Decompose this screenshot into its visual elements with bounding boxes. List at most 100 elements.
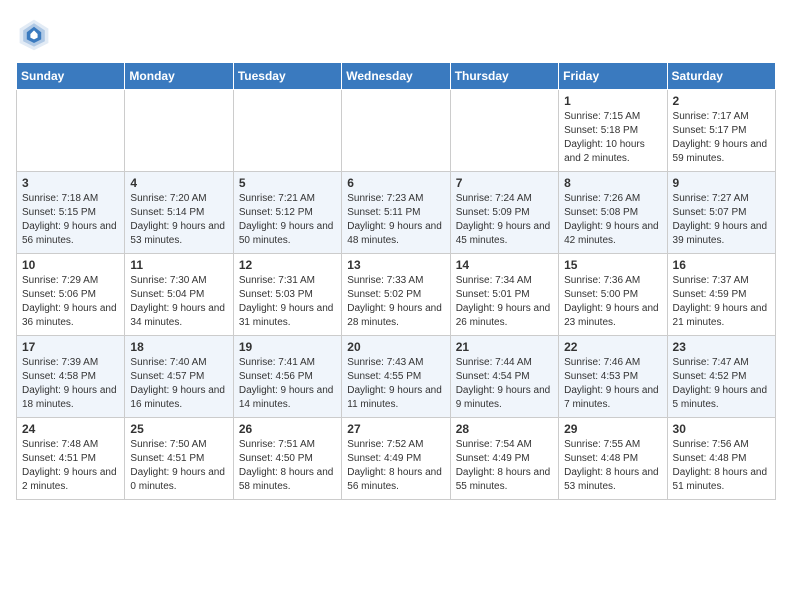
calendar-cell: 13 Sunrise: 7:33 AM Sunset: 5:02 PM Dayli… — [342, 254, 450, 336]
calendar-cell: 30 Sunrise: 7:56 AM Sunset: 4:48 PM Dayli… — [667, 418, 775, 500]
calendar-cell: 25Sunrise: 7:50 AM Sunset: 4:51 PM Dayli… — [125, 418, 233, 500]
day-details: Sunrise: 7:24 AM Sunset: 5:09 PM Dayligh… — [456, 192, 553, 248]
weekday-header-sunday: Sunday — [17, 63, 125, 90]
day-details: Sunrise: 7:50 AM Sunset: 4:51 PM Dayligh… — [130, 438, 227, 494]
day-number: 20 — [347, 340, 444, 354]
calendar-cell: 20 Sunrise: 7:43 AM Sunset: 4:55 PM Dayli… — [342, 336, 450, 418]
day-number: 4 — [130, 176, 227, 190]
day-details: Sunrise: 7:18 AM Sunset: 5:15 PM Dayligh… — [22, 192, 119, 248]
day-number: 26 — [239, 422, 336, 436]
weekday-header-row: SundayMondayTuesdayWednesdayThursdayFrid… — [17, 63, 776, 90]
logo — [16, 16, 58, 52]
calendar-cell: 5 Sunrise: 7:21 AM Sunset: 5:12 PM Daylig… — [233, 172, 341, 254]
calendar-cell: 1Sunrise: 7:15 AM Sunset: 5:18 PM Daylig… — [559, 90, 667, 172]
day-details: Sunrise: 7:39 AM Sunset: 4:58 PM Dayligh… — [22, 356, 119, 412]
day-number: 16 — [673, 258, 770, 272]
calendar-cell: 10Sunrise: 7:29 AM Sunset: 5:06 PM Dayli… — [17, 254, 125, 336]
day-details: Sunrise: 7:51 AM Sunset: 4:50 PM Dayligh… — [239, 438, 336, 494]
day-details: Sunrise: 7:46 AM Sunset: 4:53 PM Dayligh… — [564, 356, 661, 412]
calendar-cell — [233, 90, 341, 172]
day-number: 21 — [456, 340, 553, 354]
calendar-week-4: 17 Sunrise: 7:39 AM Sunset: 4:58 PM Dayli… — [17, 336, 776, 418]
calendar-week-2: 3 Sunrise: 7:18 AM Sunset: 5:15 PM Daylig… — [17, 172, 776, 254]
day-number: 28 — [456, 422, 553, 436]
day-number: 30 — [673, 422, 770, 436]
weekday-header-monday: Monday — [125, 63, 233, 90]
day-details: Sunrise: 7:31 AM Sunset: 5:03 PM Dayligh… — [239, 274, 336, 330]
day-number: 23 — [673, 340, 770, 354]
day-details: Sunrise: 7:41 AM Sunset: 4:56 PM Dayligh… — [239, 356, 336, 412]
calendar-week-1: 1Sunrise: 7:15 AM Sunset: 5:18 PM Daylig… — [17, 90, 776, 172]
day-details: Sunrise: 7:27 AM Sunset: 5:07 PM Dayligh… — [673, 192, 770, 248]
weekday-header-tuesday: Tuesday — [233, 63, 341, 90]
calendar-cell: 7 Sunrise: 7:24 AM Sunset: 5:09 PM Daylig… — [450, 172, 558, 254]
calendar-cell: 21 Sunrise: 7:44 AM Sunset: 4:54 PM Dayli… — [450, 336, 558, 418]
day-number: 22 — [564, 340, 661, 354]
day-number: 18 — [130, 340, 227, 354]
weekday-header-saturday: Saturday — [667, 63, 775, 90]
calendar-cell: 22 Sunrise: 7:46 AM Sunset: 4:53 PM Dayli… — [559, 336, 667, 418]
day-number: 6 — [347, 176, 444, 190]
page-header — [16, 16, 776, 52]
day-number: 14 — [456, 258, 553, 272]
calendar-cell: 4 Sunrise: 7:20 AM Sunset: 5:14 PM Daylig… — [125, 172, 233, 254]
day-details: Sunrise: 7:21 AM Sunset: 5:12 PM Dayligh… — [239, 192, 336, 248]
calendar-cell — [125, 90, 233, 172]
weekday-header-thursday: Thursday — [450, 63, 558, 90]
calendar-cell: 15Sunrise: 7:36 AM Sunset: 5:00 PM Dayli… — [559, 254, 667, 336]
calendar-cell: 2 Sunrise: 7:17 AM Sunset: 5:17 PM Daylig… — [667, 90, 775, 172]
calendar-cell: 18 Sunrise: 7:40 AM Sunset: 4:57 PM Dayli… — [125, 336, 233, 418]
calendar-cell: 17 Sunrise: 7:39 AM Sunset: 4:58 PM Dayli… — [17, 336, 125, 418]
day-number: 24 — [22, 422, 119, 436]
calendar-table: SundayMondayTuesdayWednesdayThursdayFrid… — [16, 62, 776, 500]
day-number: 27 — [347, 422, 444, 436]
calendar-cell — [450, 90, 558, 172]
calendar-cell: 12 Sunrise: 7:31 AM Sunset: 5:03 PM Dayli… — [233, 254, 341, 336]
day-details: Sunrise: 7:54 AM Sunset: 4:49 PM Dayligh… — [456, 438, 553, 494]
day-number: 5 — [239, 176, 336, 190]
day-details: Sunrise: 7:29 AM Sunset: 5:06 PM Dayligh… — [22, 274, 119, 330]
day-details: Sunrise: 7:56 AM Sunset: 4:48 PM Dayligh… — [673, 438, 770, 494]
day-details: Sunrise: 7:26 AM Sunset: 5:08 PM Dayligh… — [564, 192, 661, 248]
calendar-cell: 26 Sunrise: 7:51 AM Sunset: 4:50 PM Dayli… — [233, 418, 341, 500]
day-number: 17 — [22, 340, 119, 354]
day-number: 2 — [673, 94, 770, 108]
day-details: Sunrise: 7:48 AM Sunset: 4:51 PM Dayligh… — [22, 438, 119, 494]
day-details: Sunrise: 7:43 AM Sunset: 4:55 PM Dayligh… — [347, 356, 444, 412]
calendar-week-5: 24 Sunrise: 7:48 AM Sunset: 4:51 PM Dayli… — [17, 418, 776, 500]
calendar-cell: 29Sunrise: 7:55 AM Sunset: 4:48 PM Dayli… — [559, 418, 667, 500]
day-details: Sunrise: 7:37 AM Sunset: 4:59 PM Dayligh… — [673, 274, 770, 330]
day-number: 3 — [22, 176, 119, 190]
calendar-cell: 9 Sunrise: 7:27 AM Sunset: 5:07 PM Daylig… — [667, 172, 775, 254]
calendar-cell: 24 Sunrise: 7:48 AM Sunset: 4:51 PM Dayli… — [17, 418, 125, 500]
day-number: 12 — [239, 258, 336, 272]
calendar-cell: 28 Sunrise: 7:54 AM Sunset: 4:49 PM Dayli… — [450, 418, 558, 500]
day-number: 9 — [673, 176, 770, 190]
logo-icon — [16, 16, 52, 52]
calendar-cell: 23 Sunrise: 7:47 AM Sunset: 4:52 PM Dayli… — [667, 336, 775, 418]
day-details: Sunrise: 7:34 AM Sunset: 5:01 PM Dayligh… — [456, 274, 553, 330]
day-details: Sunrise: 7:52 AM Sunset: 4:49 PM Dayligh… — [347, 438, 444, 494]
calendar-week-3: 10Sunrise: 7:29 AM Sunset: 5:06 PM Dayli… — [17, 254, 776, 336]
day-number: 7 — [456, 176, 553, 190]
day-number: 11 — [130, 258, 227, 272]
day-details: Sunrise: 7:44 AM Sunset: 4:54 PM Dayligh… — [456, 356, 553, 412]
day-details: Sunrise: 7:47 AM Sunset: 4:52 PM Dayligh… — [673, 356, 770, 412]
day-number: 13 — [347, 258, 444, 272]
calendar-cell — [17, 90, 125, 172]
day-number: 1 — [564, 94, 661, 108]
calendar-cell: 11Sunrise: 7:30 AM Sunset: 5:04 PM Dayli… — [125, 254, 233, 336]
calendar-cell: 8 Sunrise: 7:26 AM Sunset: 5:08 PM Daylig… — [559, 172, 667, 254]
day-number: 19 — [239, 340, 336, 354]
day-details: Sunrise: 7:20 AM Sunset: 5:14 PM Dayligh… — [130, 192, 227, 248]
day-details: Sunrise: 7:23 AM Sunset: 5:11 PM Dayligh… — [347, 192, 444, 248]
calendar-cell: 27 Sunrise: 7:52 AM Sunset: 4:49 PM Dayli… — [342, 418, 450, 500]
day-number: 15 — [564, 258, 661, 272]
day-number: 8 — [564, 176, 661, 190]
day-details: Sunrise: 7:17 AM Sunset: 5:17 PM Dayligh… — [673, 110, 770, 166]
calendar-cell: 16 Sunrise: 7:37 AM Sunset: 4:59 PM Dayli… — [667, 254, 775, 336]
calendar-cell: 19 Sunrise: 7:41 AM Sunset: 4:56 PM Dayli… — [233, 336, 341, 418]
day-details: Sunrise: 7:33 AM Sunset: 5:02 PM Dayligh… — [347, 274, 444, 330]
day-details: Sunrise: 7:55 AM Sunset: 4:48 PM Dayligh… — [564, 438, 661, 494]
day-details: Sunrise: 7:40 AM Sunset: 4:57 PM Dayligh… — [130, 356, 227, 412]
